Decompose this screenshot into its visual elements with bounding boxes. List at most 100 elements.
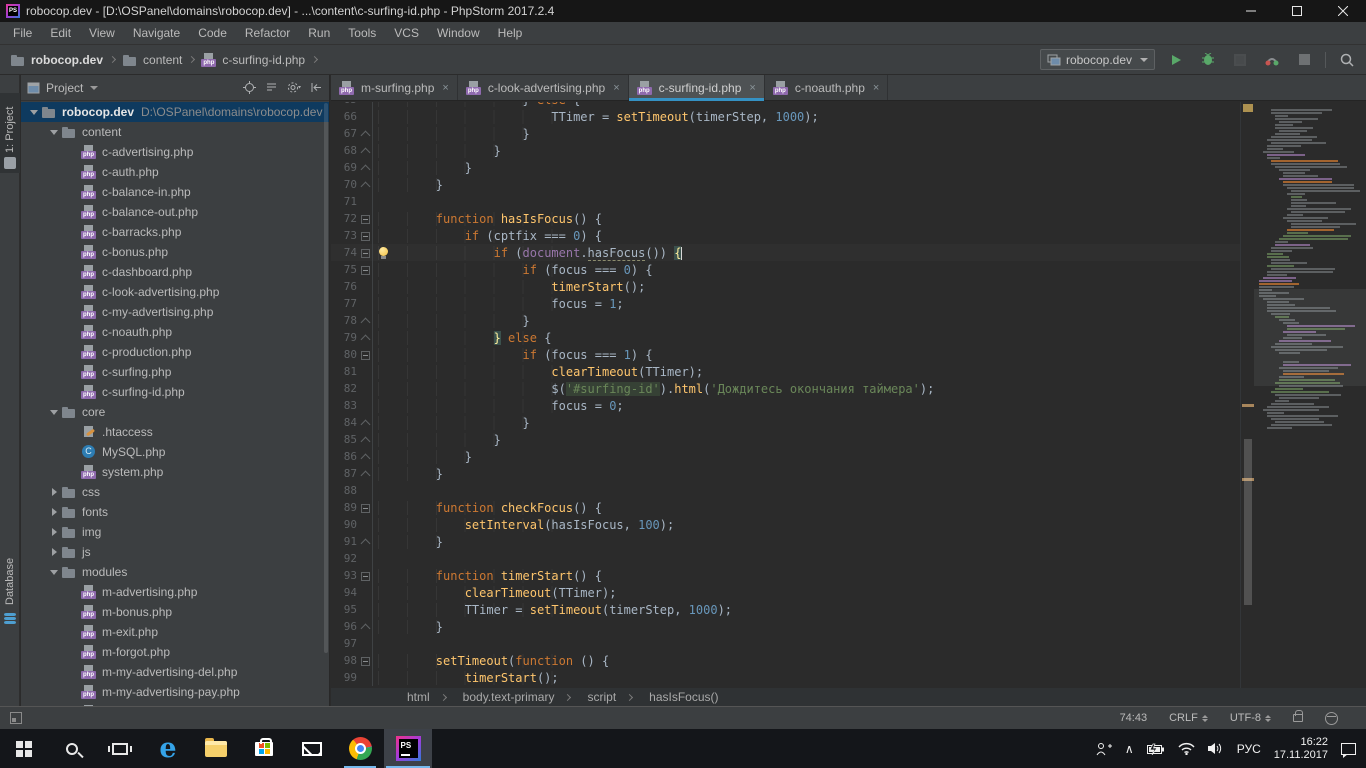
breadcrumb-item-body.text-primary[interactable]: body.text-primary [457,690,561,704]
tree-item-c-surfing.php[interactable]: c-surfing.php [21,362,330,382]
close-tab-icon[interactable]: × [442,82,448,94]
fold-marker-icon[interactable] [357,244,373,261]
chevron-down-icon[interactable] [90,86,98,90]
fold-marker-icon[interactable] [357,618,373,635]
tree-item-m-advertising.php[interactable]: m-advertising.php [21,582,330,602]
stop-button[interactable] [1293,49,1315,71]
fold-marker-icon[interactable] [357,567,373,584]
collapse-all-icon[interactable] [265,81,278,94]
breadcrumb-item-content[interactable]: content [122,53,182,67]
tree-item-c-surfing-id.php[interactable]: c-surfing-id.php [21,382,330,402]
tree-item-js[interactable]: js [21,542,330,562]
tree-item-.htaccess[interactable]: .htaccess [21,422,330,442]
minimap-viewport[interactable] [1254,289,1366,386]
lock-icon[interactable] [1293,714,1303,722]
tree-item-c-balance-in.php[interactable]: c-balance-in.php [21,182,330,202]
tree-item-c-bonus.php[interactable]: c-bonus.php [21,242,330,262]
fold-marker-icon[interactable] [357,448,373,465]
action-center-icon[interactable] [1341,743,1356,755]
fold-marker-icon[interactable] [357,346,373,363]
menu-item-window[interactable]: Window [428,23,489,43]
menu-item-edit[interactable]: Edit [41,23,80,43]
tree-item-css[interactable]: css [21,482,330,502]
tree-item-m-my-advertising-pay.php[interactable]: m-my-advertising-pay.php [21,682,330,702]
fold-marker-icon[interactable] [357,159,373,176]
run-configuration-select[interactable]: robocop.dev [1040,49,1155,70]
project-tree[interactable]: robocop.devD:\OSPanel\domains\robocop.de… [21,102,330,706]
editor-scrollbar[interactable] [1240,102,1254,688]
menu-item-code[interactable]: Code [189,23,236,43]
speaker-icon[interactable] [1208,742,1224,755]
tree-item-system.php[interactable]: system.php [21,462,330,482]
taskbar-task-view[interactable] [96,729,144,768]
tab-c-noauth.php[interactable]: c-noauth.php× [765,75,889,100]
clock[interactable]: 16:22 17.11.2017 [1274,736,1328,762]
keyboard-language[interactable]: РУС [1237,742,1261,756]
fold-marker-icon[interactable] [357,176,373,193]
tree-item-img[interactable]: img [21,522,330,542]
menu-item-run[interactable]: Run [299,23,339,43]
code-editor-area[interactable]: 65 } else {66 TTimer = setTimeout(timerS… [331,102,1366,688]
inspection-status-indicator[interactable] [1243,104,1253,112]
tree-toggle-icon[interactable] [47,528,61,536]
tree-item-core[interactable]: core [21,402,330,422]
tree-item-c-auth.php[interactable]: c-auth.php [21,162,330,182]
tree-toggle-icon[interactable] [47,488,61,496]
menu-item-navigate[interactable]: Navigate [124,23,189,43]
breadcrumb-item-hasIsFocus()[interactable]: hasIsFocus() [643,690,724,704]
project-scrollbar[interactable] [324,103,328,653]
close-tab-icon[interactable]: × [749,82,755,94]
tree-item-c-advertising.php[interactable]: c-advertising.php [21,142,330,162]
fold-marker-icon[interactable] [357,465,373,482]
intention-bulb-icon[interactable] [379,247,389,259]
fold-marker-icon[interactable] [357,261,373,278]
line-separator-widget[interactable]: CRLF [1169,712,1208,724]
encoding-widget[interactable]: UTF-8 [1230,712,1271,724]
tree-item-c-balance-out.php[interactable]: c-balance-out.php [21,202,330,222]
fold-marker-icon[interactable] [357,329,373,346]
taskbar-search[interactable] [48,729,96,768]
taskbar-start[interactable] [0,729,48,768]
tree-item-content[interactable]: content [21,122,330,142]
taskbar-store[interactable] [240,729,288,768]
fold-marker-icon[interactable] [357,210,373,227]
breadcrumb-item-c-surfing-id.php[interactable]: c-surfing-id.php [201,53,305,67]
breadcrumb-item-script[interactable]: script [581,690,622,704]
hide-panel-icon[interactable] [310,81,323,94]
tree-item-robocop.dev[interactable]: robocop.devD:\OSPanel\domains\robocop.de… [21,102,330,122]
taskbar-explorer[interactable] [192,729,240,768]
caret-position[interactable]: 74:43 [1120,712,1148,724]
taskbar-phpstorm[interactable]: PS [384,729,432,768]
run-button[interactable] [1165,49,1187,71]
tree-item-m-forgot.php[interactable]: m-forgot.php [21,642,330,662]
project-panel-title[interactable]: Project [46,81,83,95]
tree-item-c-production.php[interactable]: c-production.php [21,342,330,362]
attach-debugger-button[interactable] [1261,49,1283,71]
maximize-button[interactable] [1274,0,1320,22]
tree-item-m-exit.php[interactable]: m-exit.php [21,622,330,642]
close-tab-icon[interactable]: × [613,82,619,94]
tab-c-surfing-id.php[interactable]: c-surfing-id.php× [629,75,765,100]
tool-window-tab-project[interactable]: 1: Project [0,93,20,173]
fold-marker-icon[interactable] [357,125,373,142]
tool-window-tab-database[interactable]: Database [0,535,20,605]
fold-marker-icon[interactable] [357,414,373,431]
taskbar-mail[interactable] [288,729,336,768]
gear-icon[interactable] [287,81,301,94]
wifi-icon[interactable] [1178,742,1195,755]
tree-toggle-icon[interactable] [47,130,61,135]
fold-marker-icon[interactable] [357,499,373,516]
scrollbar-thumb[interactable] [1244,439,1252,605]
breadcrumb-item-html[interactable]: html [401,690,436,704]
tree-toggle-icon[interactable] [47,570,61,575]
tree-item-c-barracks.php[interactable]: c-barracks.php [21,222,330,242]
fold-marker-icon[interactable] [357,227,373,244]
tree-toggle-icon[interactable] [47,548,61,556]
debug-button[interactable] [1197,49,1219,71]
tree-item-fonts[interactable]: fonts [21,502,330,522]
highlighting-level-icon[interactable] [1325,712,1338,725]
tab-c-look-advertising.php[interactable]: c-look-advertising.php× [458,75,629,100]
taskbar-chrome[interactable] [336,729,384,768]
tree-item-m-bonus.php[interactable]: m-bonus.php [21,602,330,622]
minimize-button[interactable] [1228,0,1274,22]
